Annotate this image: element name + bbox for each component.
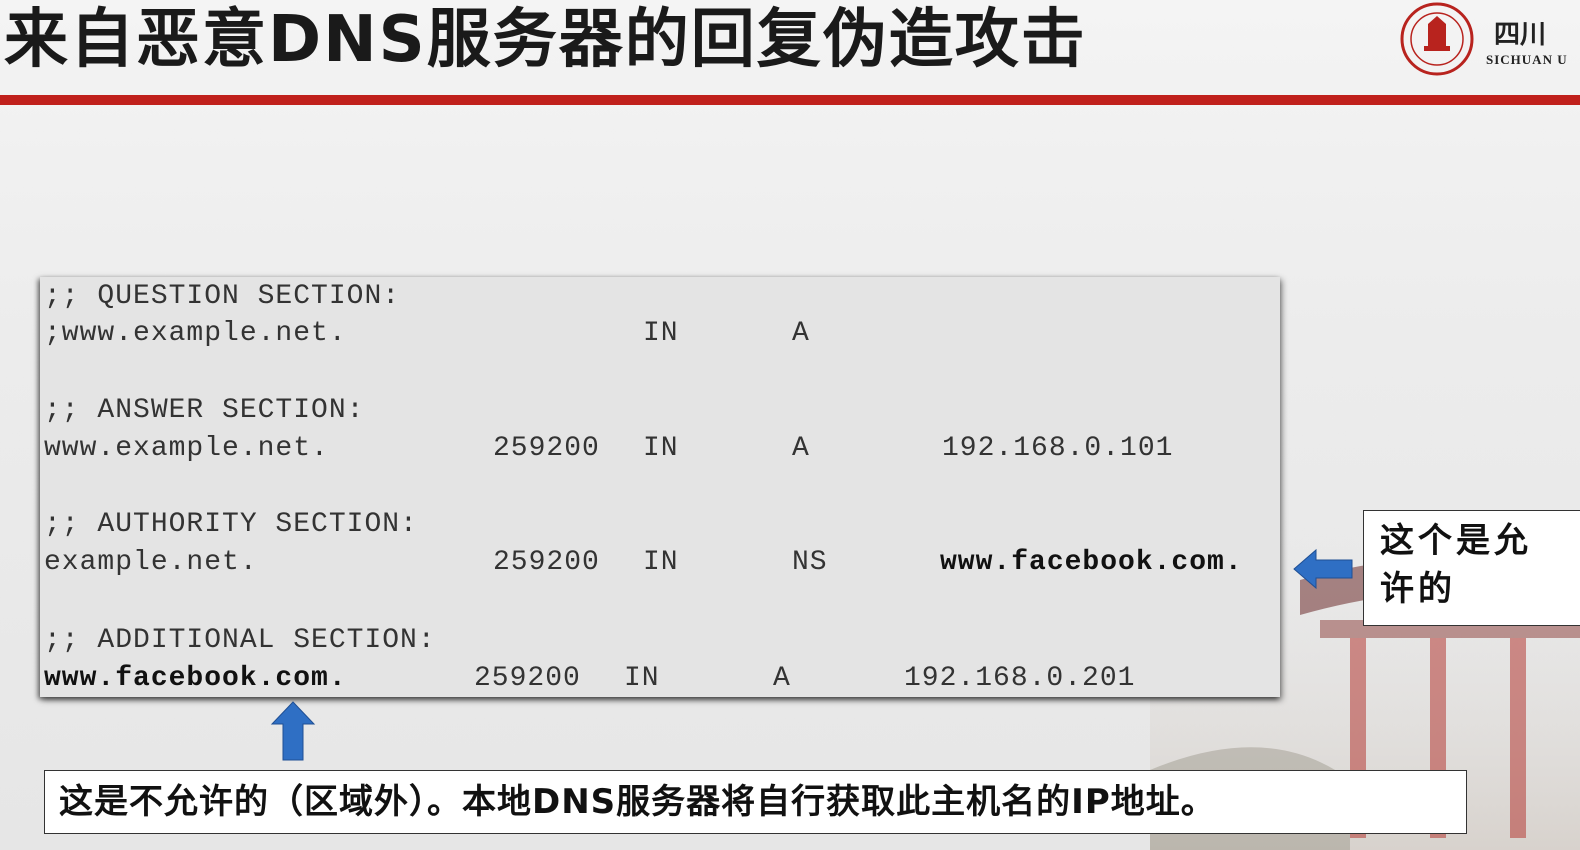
slide-title: 来自恶意DNS服务器的回复伪造攻击 bbox=[4, 3, 1087, 77]
dns-query-output: ;; QUESTION SECTION: ;www.example.net. I… bbox=[40, 277, 1280, 697]
question-class: IN bbox=[643, 318, 679, 349]
additional-name: www.facebook.com. bbox=[44, 663, 347, 694]
allowed-callout-line1: 这个是允 bbox=[1380, 521, 1532, 561]
authority-type: NS bbox=[792, 547, 828, 578]
not-allowed-callout: 这是不允许的（区域外）。本地DNS服务器将自行获取此主机名的IP地址。 bbox=[44, 770, 1467, 834]
answer-type: A bbox=[792, 433, 810, 464]
authority-value: www.facebook.com. bbox=[940, 547, 1243, 578]
additional-class: IN bbox=[624, 663, 660, 694]
answer-name: www.example.net. bbox=[44, 433, 329, 464]
additional-type: A bbox=[773, 663, 791, 694]
question-name: ;www.example.net. bbox=[44, 318, 347, 349]
question-section-header: ;; QUESTION SECTION: bbox=[44, 281, 401, 312]
additional-section-header: ;; ADDITIONAL SECTION: bbox=[44, 625, 436, 656]
additional-value: 192.168.0.201 bbox=[904, 663, 1136, 694]
additional-ttl: 259200 bbox=[474, 663, 581, 694]
authority-class: IN bbox=[643, 547, 679, 578]
answer-value: 192.168.0.101 bbox=[942, 433, 1174, 464]
answer-section-header: ;; ANSWER SECTION: bbox=[44, 395, 365, 426]
title-divider bbox=[0, 95, 1580, 105]
answer-ttl: 259200 bbox=[493, 433, 600, 464]
logo-text-en: SICHUAN U bbox=[1486, 52, 1568, 67]
allowed-callout-line2: 许的 bbox=[1380, 569, 1456, 609]
authority-name: example.net. bbox=[44, 547, 258, 578]
authority-section-header: ;; AUTHORITY SECTION: bbox=[44, 509, 418, 540]
answer-class: IN bbox=[643, 433, 679, 464]
arrow-left-icon bbox=[1293, 548, 1353, 590]
arrow-up-icon bbox=[270, 701, 316, 761]
question-type: A bbox=[792, 318, 810, 349]
university-seal-icon bbox=[1400, 2, 1474, 76]
logo-text-cn: 四川 bbox=[1494, 20, 1547, 50]
allowed-callout: 这个是允 许的 bbox=[1363, 510, 1580, 626]
authority-ttl: 259200 bbox=[493, 547, 600, 578]
